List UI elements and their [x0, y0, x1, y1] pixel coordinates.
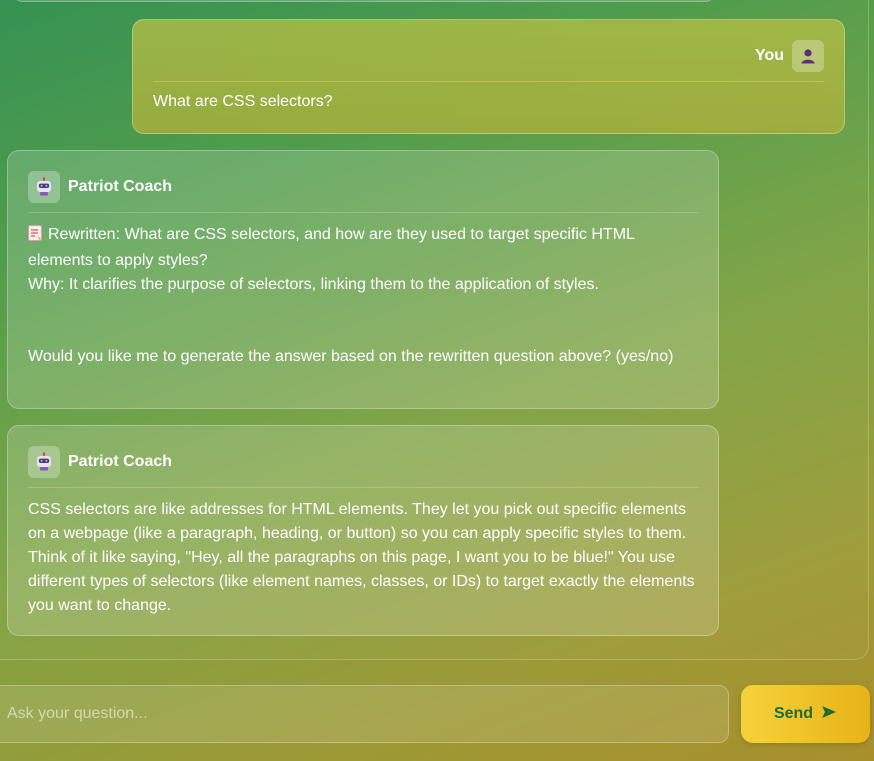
- sender-name: Patriot Coach: [68, 453, 173, 470]
- message-header: Patriot Coach: [28, 171, 698, 213]
- send-button[interactable]: Send: [741, 685, 870, 743]
- message-text: CSS selectors are like addresses for HTM…: [28, 501, 695, 614]
- message-text: Rewritten: What are CSS selectors, and h…: [28, 223, 698, 369]
- why-line: Why: It clarifies the purpose of selecto…: [28, 276, 599, 293]
- rewritten-line: Rewritten: What are CSS selectors, and h…: [28, 223, 698, 273]
- bot-message: Patriot Coach Rewritten: What are CSS se…: [7, 150, 719, 409]
- robot-icon: [28, 171, 60, 203]
- memo-icon: [28, 225, 42, 249]
- message-header: You: [153, 40, 824, 82]
- message-spacer: [28, 297, 698, 345]
- bot-message: Patriot Coach CSS selectors are like add…: [7, 425, 719, 636]
- rewritten-text: Rewritten: What are CSS selectors, and h…: [28, 226, 635, 269]
- sender-name: You: [754, 47, 784, 64]
- sender-name: Patriot Coach: [68, 178, 173, 195]
- user-message: You What are CSS selectors?: [132, 19, 845, 134]
- question-input[interactable]: [0, 685, 729, 743]
- message-header: Patriot Coach: [28, 446, 698, 488]
- user-avatar-icon: [792, 40, 824, 72]
- previous-message-fragment: [12, 0, 716, 2]
- send-button-label: Send: [773, 705, 814, 722]
- send-arrow-icon: [821, 705, 837, 724]
- message-text: What are CSS selectors?: [153, 93, 333, 110]
- robot-icon: [28, 446, 60, 478]
- confirm-prompt: Would you like me to generate the answer…: [28, 348, 674, 365]
